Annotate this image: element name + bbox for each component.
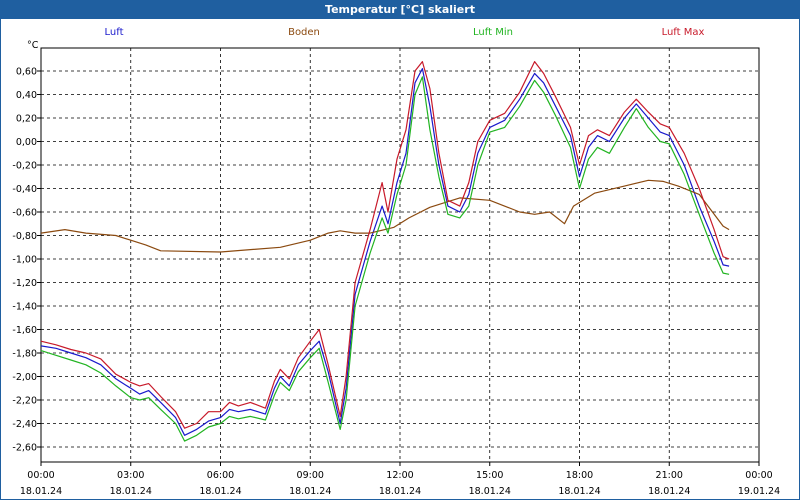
x-tick-date: 18.01.24 xyxy=(289,486,331,497)
y-tick-label: -0,20 xyxy=(12,161,37,172)
y-tick-label: -1,00 xyxy=(12,255,37,266)
x-tick-time: 03:00 xyxy=(117,470,144,481)
y-tick-label: -0,80 xyxy=(12,231,37,242)
x-tick-date: 18.01.24 xyxy=(20,486,62,497)
y-tick-label: -1,80 xyxy=(12,349,37,360)
x-tick-date: 18.01.24 xyxy=(558,486,600,497)
x-tick-time: 06:00 xyxy=(207,470,234,481)
chart-window: Temperatur [°C] skaliert Luft Boden Luft M… xyxy=(0,0,800,500)
y-tick-label: -0,60 xyxy=(12,208,37,219)
x-tick-time: 15:00 xyxy=(476,470,503,481)
x-tick-date: 19.01.24 xyxy=(738,486,780,497)
x-tick-date: 18.01.24 xyxy=(648,486,690,497)
x-tick-date: 18.01.24 xyxy=(110,486,152,497)
x-tick-time: 18:00 xyxy=(566,470,593,481)
legend-entry-boden: Boden xyxy=(288,27,320,38)
y-tick-label: 0,00 xyxy=(16,137,37,148)
x-tick-time: 21:00 xyxy=(656,470,683,481)
x-tick-time: 00:00 xyxy=(27,470,54,481)
y-tick-label: 0,60 xyxy=(16,67,37,78)
x-tick-time: 12:00 xyxy=(386,470,413,481)
y-tick-label: -2,00 xyxy=(12,372,37,383)
y-tick-label: 0,20 xyxy=(16,114,37,125)
gridlines xyxy=(41,48,759,462)
y-tick-label: -0,40 xyxy=(12,184,37,195)
y-axis-ticks: 0,60 0,40 0,20 0,00 -0,20 -0,40 -0,60 -0,80 -1,0… xyxy=(12,67,41,454)
legend-entry-luft: Luft xyxy=(105,27,124,38)
y-tick-label: -1,60 xyxy=(12,325,37,336)
y-tick-label: -2,40 xyxy=(12,419,37,430)
y-tick-label: -1,20 xyxy=(12,278,37,289)
legend: Luft Boden Luft Min Luft Max xyxy=(105,27,705,38)
x-tick-date: 18.01.24 xyxy=(469,486,511,497)
x-tick-date: 18.01.24 xyxy=(199,486,241,497)
x-tick-date: 18.01.24 xyxy=(379,486,421,497)
y-tick-label: -1,40 xyxy=(12,302,37,313)
x-tick-time: 00:00 xyxy=(745,470,772,481)
y-tick-label: -2,20 xyxy=(12,396,37,407)
x-tick-time: 09:00 xyxy=(297,470,324,481)
series-line-luft xyxy=(40,68,730,436)
y-axis-label: °C xyxy=(27,40,39,51)
temperature-chart: Luft Boden Luft Min Luft Max °C 0,60 0,40 0,2… xyxy=(12,27,780,497)
series-lines xyxy=(40,61,730,442)
y-tick-label: -2,60 xyxy=(12,443,37,454)
x-axis-ticks: 00:00 18.01.24 03:00 18.01.24 06:00 18.01.24 0… xyxy=(20,462,780,497)
y-tick-label: 0,40 xyxy=(16,90,37,101)
legend-entry-luft-max: Luft Max xyxy=(662,27,705,38)
legend-entry-luft-min: Luft Min xyxy=(473,27,513,38)
